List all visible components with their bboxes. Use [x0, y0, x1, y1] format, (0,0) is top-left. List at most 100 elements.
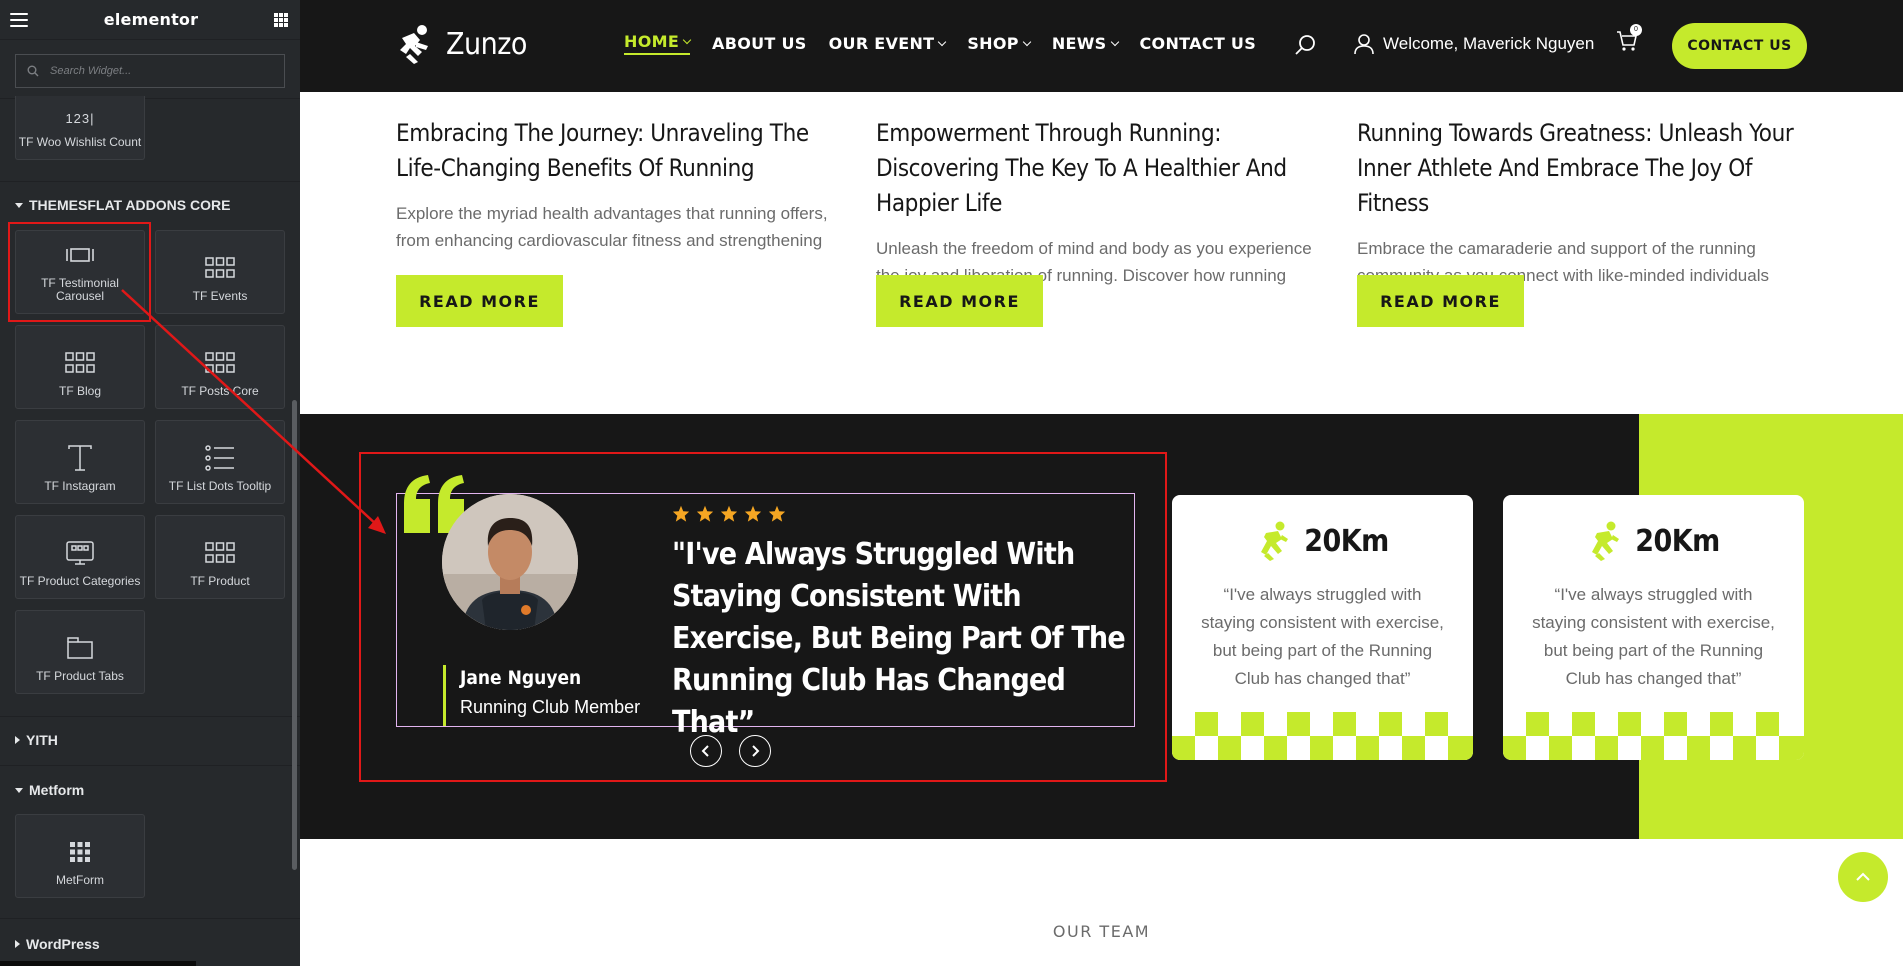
- highlight-box-testimonial: [359, 452, 1167, 782]
- caret-down-icon: [15, 787, 23, 793]
- menu-item-news[interactable]: NEWS: [1051, 32, 1119, 55]
- caret-right-icon: [15, 940, 20, 948]
- widget-metform[interactable]: MetForm: [15, 814, 145, 898]
- widgets-grid-icon[interactable]: [274, 12, 288, 27]
- checker-pattern: [1503, 712, 1804, 760]
- panel-footer-bar: [0, 961, 196, 966]
- menu-item-contact-us[interactable]: CONTACT US: [1140, 32, 1257, 55]
- widget-label: TF Product: [190, 574, 250, 588]
- cart-count-badge: 0: [1630, 24, 1642, 36]
- post-excerpt: Explore the myriad health advantages tha…: [396, 204, 828, 250]
- menu-item-shop[interactable]: SHOP: [967, 32, 1032, 55]
- widget-tf-product-tabs[interactable]: TF Product Tabs: [15, 610, 145, 694]
- post-title[interactable]: Empowerment Through Running: Discovering…: [876, 116, 1316, 221]
- chevron-down-icon: [682, 35, 692, 44]
- elementor-panel: elementor 123| TF Woo Wishlist Count THE…: [0, 0, 300, 966]
- section-divider: [0, 181, 300, 182]
- grid-posts-icon: [203, 347, 237, 379]
- post-card: Running Towards Greatness: Unleash Your …: [1357, 116, 1797, 289]
- product-categories-icon: [63, 537, 97, 569]
- stat-quote: “I've always struggled with staying cons…: [1201, 585, 1444, 688]
- section-title: YITH: [26, 732, 58, 748]
- welcome-text: Welcome, Maverick Nguyen: [1383, 34, 1595, 53]
- section-divider: [0, 765, 300, 766]
- section-yith[interactable]: YITH: [15, 732, 58, 748]
- widget-label: TF Product Categories: [19, 574, 141, 588]
- section-title: THEMESFLAT ADDONS CORE: [29, 197, 231, 213]
- widget-label: TF Product Tabs: [36, 669, 124, 683]
- elementor-logo: elementor: [103, 10, 199, 29]
- panel-header: elementor: [0, 0, 300, 40]
- widget-search-box: [15, 54, 285, 88]
- list-icon: [203, 442, 237, 474]
- stat-value: 20Km: [1635, 523, 1720, 559]
- widget-tf-woo-wishlist-count[interactable]: 123| TF Woo Wishlist Count: [15, 96, 145, 160]
- cart-icon[interactable]: 0: [1616, 24, 1642, 57]
- post-title[interactable]: Running Towards Greatness: Unleash Your …: [1357, 116, 1797, 221]
- tabs-icon: [63, 632, 97, 664]
- main-menu: HOME ABOUT US OUR EVENT SHOP NEWS CONTAC…: [624, 32, 1256, 55]
- chevron-down-icon: [1110, 37, 1119, 46]
- menu-label: HOME: [624, 32, 680, 51]
- section-metform[interactable]: Metform: [15, 782, 84, 798]
- read-more-button[interactable]: READ MORE: [876, 275, 1043, 327]
- stat-card: 20Km “I've always struggled with staying…: [1172, 495, 1473, 760]
- stat-quote: “I've always struggled with staying cons…: [1532, 585, 1775, 688]
- section-divider: [0, 716, 300, 717]
- menu-item-our-event[interactable]: OUR EVENT: [829, 32, 947, 55]
- widget-label: TF Instagram: [44, 479, 116, 493]
- section-wordpress[interactable]: WordPress: [15, 936, 100, 952]
- widget-tf-blog[interactable]: TF Blog: [15, 325, 145, 409]
- stat-head: 20Km: [1503, 521, 1804, 561]
- widget-tf-list-dots-tooltip[interactable]: TF List Dots Tooltip: [155, 420, 285, 504]
- account-link[interactable]: Welcome, Maverick Nguyen: [1353, 33, 1594, 55]
- site-header: Zunzo HOME ABOUT US OUR EVENT SHOP NEWS: [300, 0, 1903, 92]
- post-title[interactable]: Embracing The Journey: Unraveling The Li…: [396, 116, 836, 186]
- grid-posts-icon: [63, 347, 97, 379]
- search-icon: [16, 65, 50, 77]
- section-title: WordPress: [26, 936, 100, 952]
- checker-pattern: [1172, 712, 1473, 760]
- widget-tf-product[interactable]: TF Product: [155, 515, 285, 599]
- grid-dots-icon: [63, 836, 97, 868]
- section-themesflat-addons-core[interactable]: THEMESFLAT ADDONS CORE: [15, 197, 230, 213]
- stat-head: 20Km: [1172, 521, 1473, 561]
- chevron-down-icon: [938, 37, 947, 46]
- stat-value: 20Km: [1304, 523, 1389, 559]
- brand-name: Zunzo: [446, 26, 527, 62]
- menu-item-about-us[interactable]: ABOUT US: [712, 32, 807, 55]
- hamburger-menu-icon[interactable]: [10, 12, 28, 27]
- widget-tf-events[interactable]: TF Events: [155, 230, 285, 314]
- read-more-button[interactable]: READ MORE: [396, 275, 563, 327]
- widget-search-wrap: [0, 40, 300, 99]
- section-title: Metform: [29, 782, 85, 798]
- widget-search-input[interactable]: [50, 55, 284, 87]
- menu-label: ABOUT US: [712, 34, 807, 53]
- site-logo[interactable]: Zunzo: [396, 24, 527, 64]
- grid-posts-icon: [203, 537, 237, 569]
- runner-icon: [1592, 521, 1620, 561]
- runner-icon: [1261, 521, 1289, 561]
- section-label-our-team: OUR TEAM: [1052, 922, 1151, 941]
- widget-tf-posts-core[interactable]: TF Posts Core: [155, 325, 285, 409]
- widget-label: TF Blog: [58, 384, 101, 398]
- site-preview: Zunzo HOME ABOUT US OUR EVENT SHOP NEWS: [300, 0, 1903, 966]
- widget-tf-product-categories[interactable]: TF Product Categories: [15, 515, 145, 599]
- menu-label: CONTACT US: [1139, 34, 1257, 53]
- back-to-top-button[interactable]: [1838, 852, 1888, 902]
- widget-label: TF Posts Core: [181, 384, 259, 398]
- highlight-box-widget: [8, 222, 151, 322]
- section-divider: [0, 918, 300, 919]
- counter-icon: 123|: [65, 111, 95, 126]
- user-icon: [1354, 34, 1374, 55]
- menu-item-home[interactable]: HOME: [624, 32, 692, 55]
- post-card: Empowerment Through Running: Discovering…: [876, 116, 1316, 289]
- widget-tf-instagram[interactable]: TF Instagram: [15, 420, 145, 504]
- panel-scrollbar[interactable]: [292, 400, 297, 870]
- header-contact-button[interactable]: CONTACT US: [1672, 23, 1807, 69]
- widget-label: MetForm: [56, 873, 104, 887]
- stat-card: 20Km “I've always struggled with staying…: [1503, 495, 1804, 760]
- menu-label: NEWS: [1051, 34, 1107, 53]
- search-icon[interactable]: [1294, 33, 1318, 62]
- read-more-button[interactable]: READ MORE: [1357, 275, 1524, 327]
